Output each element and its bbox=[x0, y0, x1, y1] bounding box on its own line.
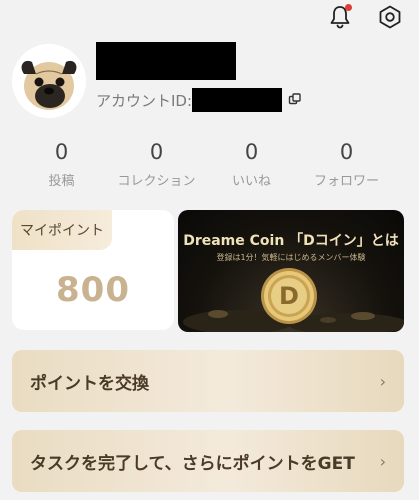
pug-avatar-image bbox=[12, 44, 86, 118]
account-id-row: アカウントID: bbox=[96, 88, 302, 112]
stat-label: フォロワー bbox=[313, 174, 379, 189]
dreame-coin-banner[interactable]: Dreame Coin 「Dコイン」とは 登録は1分！気軽にはじめるメンバー体験… bbox=[178, 210, 404, 332]
stat-followers[interactable]: 0 フォロワー bbox=[299, 138, 394, 189]
exchange-points-button[interactable]: ポイントを交換 › bbox=[12, 350, 404, 412]
chevron-right-icon: › bbox=[379, 451, 386, 471]
stat-label: コレクション bbox=[117, 174, 196, 189]
stat-posts[interactable]: 0 投稿 bbox=[14, 138, 109, 189]
stat-label: 投稿 bbox=[48, 174, 75, 189]
chevron-right-icon: › bbox=[379, 371, 386, 391]
account-id-label: アカウントID: bbox=[96, 91, 193, 110]
settings-button[interactable] bbox=[375, 2, 405, 32]
complete-tasks-label: タスクを完了して、さらにポイントをGET bbox=[30, 453, 355, 474]
username-redacted bbox=[96, 42, 236, 80]
points-value: 800 bbox=[56, 270, 130, 310]
stats-row: 0 投稿 0 コレクション 0 いいね 0 フォロワー bbox=[14, 138, 394, 189]
stat-value: 0 bbox=[339, 140, 354, 164]
banner-subtitle: 登録は1分！気軽にはじめるメンバー体験 bbox=[216, 253, 366, 262]
exchange-points-label: ポイントを交換 bbox=[30, 373, 149, 394]
stat-collections[interactable]: 0 コレクション bbox=[109, 138, 204, 189]
notification-badge-dot bbox=[345, 4, 352, 11]
stat-value: 0 bbox=[54, 140, 69, 164]
complete-tasks-button[interactable]: タスクを完了して、さらにポイントをGET › bbox=[12, 430, 404, 492]
stat-value: 0 bbox=[244, 140, 259, 164]
stat-label: いいね bbox=[231, 174, 271, 189]
my-points-card[interactable]: マイポイント 800 bbox=[12, 210, 174, 330]
coin-letter: D bbox=[279, 282, 299, 310]
stat-likes[interactable]: 0 いいね bbox=[204, 138, 299, 189]
coin-illustration bbox=[183, 268, 404, 332]
avatar[interactable] bbox=[12, 44, 86, 118]
banner-title: Dreame Coin 「Dコイン」とは bbox=[183, 233, 399, 249]
profile-section: アカウントID: bbox=[12, 42, 407, 122]
my-points-tab: マイポイント bbox=[12, 210, 112, 250]
copy-icon[interactable] bbox=[288, 93, 302, 107]
notification-button[interactable] bbox=[325, 2, 355, 32]
hexagon-gear-icon bbox=[379, 5, 401, 29]
top-bar bbox=[325, 2, 405, 32]
stat-value: 0 bbox=[149, 140, 164, 164]
account-id-redacted bbox=[192, 88, 283, 112]
